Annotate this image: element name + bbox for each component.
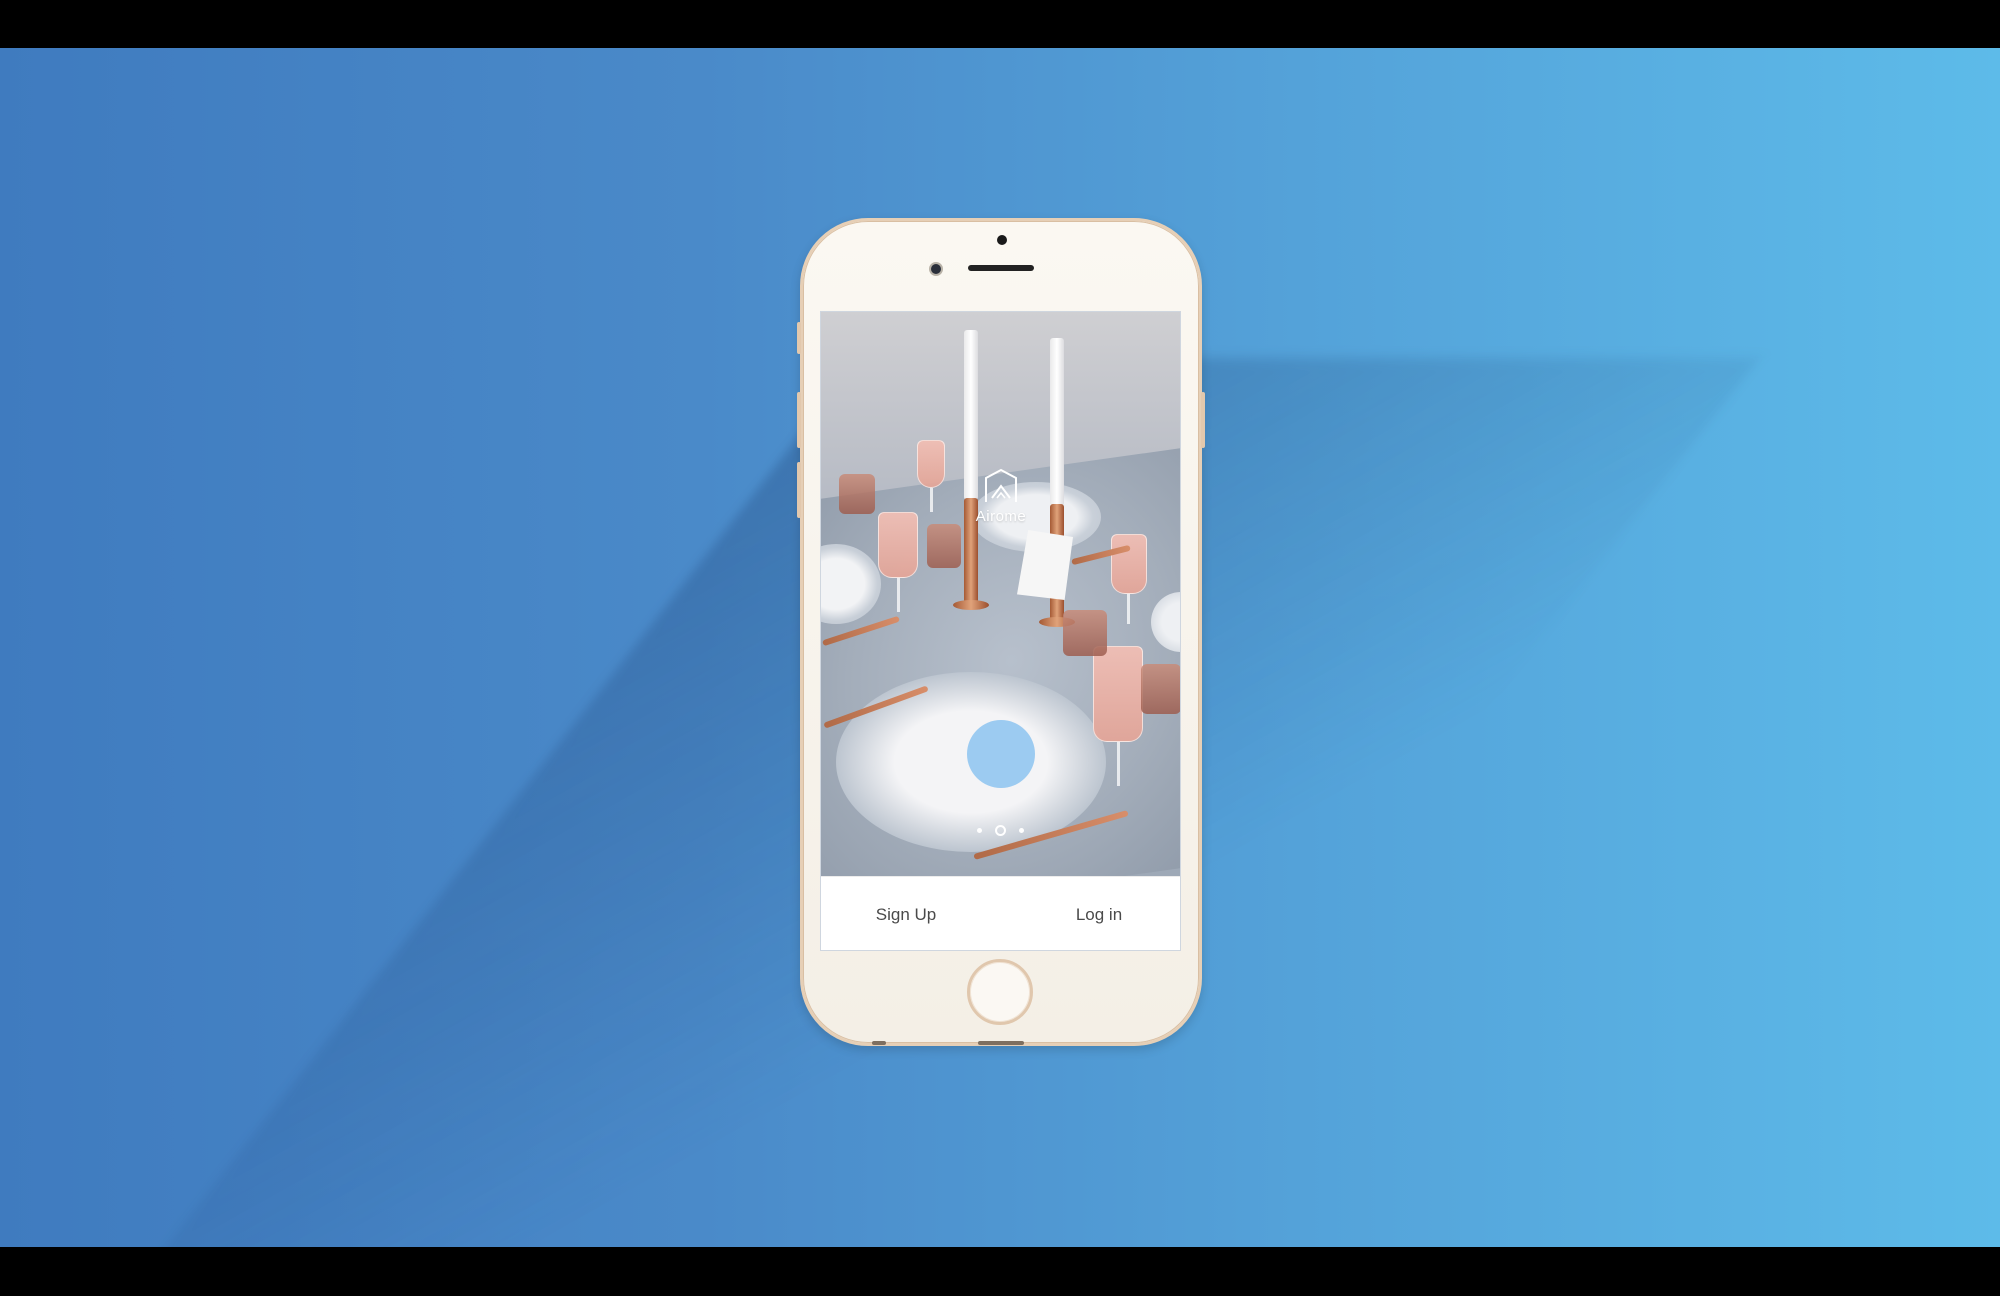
brand-name: Airome bbox=[975, 508, 1027, 525]
touch-indicator bbox=[967, 720, 1035, 788]
glass-stem-2 bbox=[897, 578, 900, 612]
candle-holder-left-base bbox=[953, 600, 989, 610]
candle-right bbox=[1050, 338, 1064, 506]
front-camera bbox=[929, 262, 943, 276]
carousel-dot-3[interactable] bbox=[1019, 828, 1024, 833]
bottom-port-left bbox=[872, 1041, 886, 1045]
votive-4 bbox=[1141, 664, 1180, 714]
volume-up-button bbox=[797, 392, 801, 448]
bottom-port-center bbox=[978, 1041, 1024, 1045]
glass-stem-3 bbox=[1127, 594, 1130, 624]
glass-stem-1 bbox=[930, 488, 933, 512]
candle-left bbox=[964, 330, 978, 500]
earpiece-speaker bbox=[968, 265, 1034, 271]
votive-1 bbox=[839, 474, 875, 514]
proximity-sensor bbox=[997, 235, 1007, 245]
power-button bbox=[1201, 392, 1205, 448]
champagne-glass-1 bbox=[917, 440, 945, 488]
champagne-glass-4 bbox=[1093, 646, 1143, 742]
hero-photo-table-setting[interactable]: Airome bbox=[821, 312, 1180, 876]
phone-screen: Airome Sign Up Log in bbox=[820, 311, 1181, 951]
champagne-glass-3 bbox=[1111, 534, 1147, 594]
votive-2 bbox=[927, 524, 961, 568]
votive-3 bbox=[1063, 610, 1107, 656]
sign-up-button[interactable]: Sign Up bbox=[836, 877, 976, 950]
auth-action-bar: Sign Up Log in bbox=[821, 876, 1180, 950]
mute-switch bbox=[797, 322, 801, 354]
house-outline-icon bbox=[985, 468, 1017, 502]
carousel-dot-2-active[interactable] bbox=[995, 825, 1006, 836]
carousel-dot-1[interactable] bbox=[977, 828, 982, 833]
letterbox-bottom bbox=[0, 1247, 2000, 1296]
champagne-glass-2 bbox=[878, 512, 918, 578]
letterbox-top bbox=[0, 0, 2000, 48]
volume-down-button bbox=[797, 462, 801, 518]
carousel-page-indicator[interactable] bbox=[971, 825, 1031, 837]
glass-stem-4 bbox=[1117, 742, 1120, 786]
home-button[interactable] bbox=[967, 959, 1033, 1025]
log-in-button[interactable]: Log in bbox=[1029, 877, 1169, 950]
